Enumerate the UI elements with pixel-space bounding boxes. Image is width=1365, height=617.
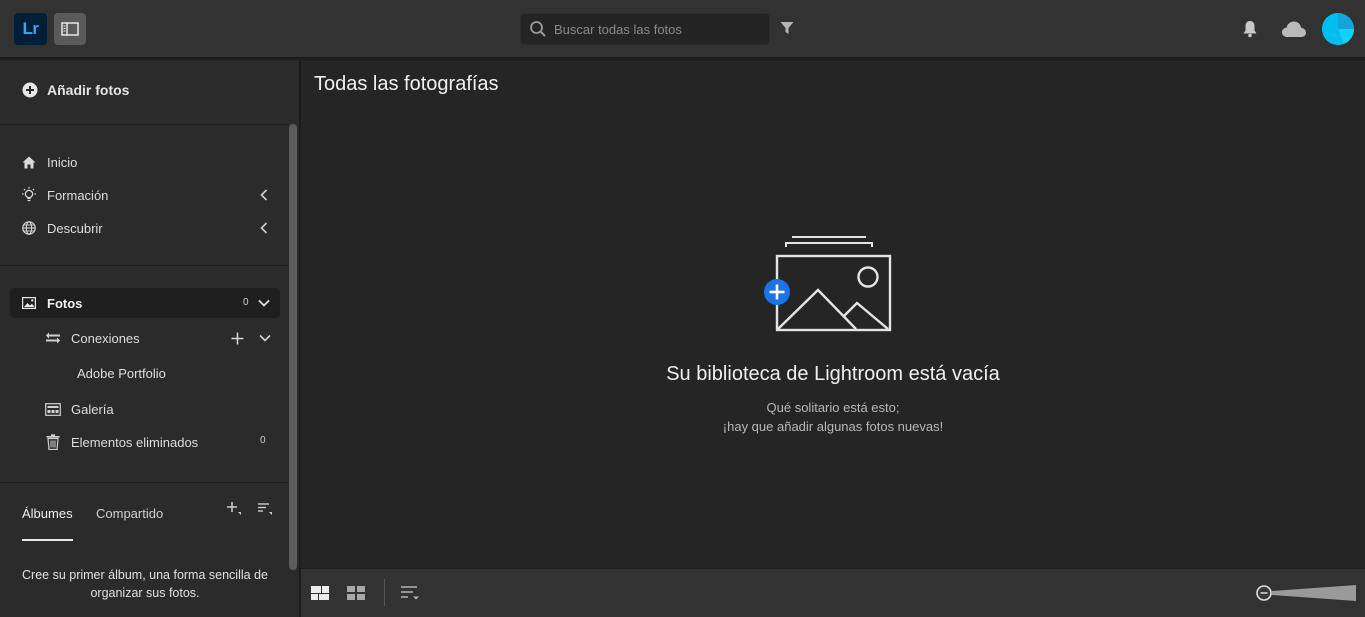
- notifications-button[interactable]: [1240, 19, 1260, 39]
- nav-label: Formación: [47, 187, 109, 203]
- page-title: Todas las fotografías: [314, 73, 499, 95]
- tab-albums[interactable]: Álbumes: [22, 506, 73, 521]
- divider: [0, 482, 288, 483]
- grid-large-icon: [311, 586, 329, 600]
- empty-state-subtitle: Qué solitario está esto; ¡hay que añadir…: [301, 398, 1365, 436]
- toolbar-separator: [384, 579, 385, 606]
- add-photos-button[interactable]: Añadir fotos: [10, 72, 141, 108]
- cloud-sync-button[interactable]: [1280, 18, 1308, 40]
- panel-toggle-button[interactable]: [54, 13, 86, 45]
- nav-item-elementos-eliminados[interactable]: Elementos eliminados 0: [34, 427, 280, 457]
- albums-hint: Cree su primer álbum, una forma sencilla…: [22, 568, 268, 600]
- nav-label: Inicio: [47, 154, 78, 170]
- nav-label: Descubrir: [47, 220, 103, 236]
- globe-icon: [16, 213, 42, 243]
- chevron-down-icon[interactable]: [258, 332, 272, 344]
- sort-icon: [401, 586, 419, 600]
- nav-label: Conexiones: [71, 330, 140, 346]
- main-content: Todas las fotografías Su biblioteca de L…: [301, 60, 1365, 568]
- empty-state-line-2: ¡hay que añadir algunas fotos nuevas!: [722, 419, 944, 434]
- lightroom-logo[interactable]: Lr: [14, 13, 47, 45]
- bell-icon: [1243, 21, 1257, 38]
- empty-library-illustration-icon: [764, 236, 892, 332]
- empty-state-line-1: Qué solitario está esto;: [766, 400, 900, 415]
- left-panel: Añadir fotos Inicio Formación Descubrir …: [0, 60, 300, 617]
- nav-label: Adobe Portfolio: [77, 365, 166, 381]
- search-input[interactable]: [554, 14, 769, 44]
- chevron-left-icon[interactable]: [256, 187, 272, 203]
- grid-small-icon: [347, 586, 365, 600]
- search-icon: [521, 14, 554, 44]
- nav-item-adobe-portfolio[interactable]: Adobe Portfolio: [77, 358, 277, 388]
- chevron-down-icon[interactable]: [256, 295, 272, 311]
- photos-count: 0: [243, 297, 249, 308]
- nav-item-conexiones[interactable]: Conexiones: [34, 323, 280, 353]
- add-album-icon[interactable]: [225, 500, 243, 518]
- nav-item-formacion[interactable]: Formación: [10, 180, 280, 210]
- grid-small-button[interactable]: [345, 583, 367, 603]
- chevron-left-icon[interactable]: [256, 220, 272, 236]
- filter-button[interactable]: [778, 19, 796, 37]
- search-box[interactable]: [520, 13, 770, 45]
- filter-icon: [780, 22, 794, 34]
- photo-icon: [16, 288, 42, 318]
- top-bar: Lr: [0, 0, 1365, 58]
- zoom-slider[interactable]: [1256, 583, 1358, 603]
- sidebar-scrollbar[interactable]: [289, 124, 297, 570]
- grid-large-button[interactable]: [309, 583, 331, 603]
- divider: [0, 124, 288, 125]
- nav-label: Galería: [71, 401, 114, 417]
- bottom-bar: [301, 568, 1365, 617]
- sort-button[interactable]: [399, 583, 421, 603]
- nav-item-galeria[interactable]: Galería: [34, 394, 280, 424]
- add-photos-label: Añadir fotos: [47, 82, 130, 98]
- lightbulb-icon: [16, 180, 42, 210]
- deleted-count: 0: [260, 435, 266, 446]
- nav-label: Elementos eliminados: [71, 434, 199, 450]
- avatar[interactable]: [1322, 13, 1354, 45]
- gallery-icon: [40, 394, 66, 424]
- trash-icon: [40, 427, 66, 457]
- tab-albums-underline: [22, 539, 73, 541]
- nav-item-inicio[interactable]: Inicio: [10, 147, 280, 177]
- cloud-icon: [1282, 21, 1306, 37]
- add-connection-icon[interactable]: [230, 331, 244, 345]
- add-circle-icon: [22, 82, 38, 98]
- tab-shared[interactable]: Compartido: [96, 506, 163, 521]
- nav-item-descubrir[interactable]: Descubrir: [10, 213, 280, 243]
- home-icon: [16, 147, 42, 177]
- connections-icon: [40, 323, 66, 353]
- nav-item-fotos[interactable]: Fotos 0: [10, 288, 280, 318]
- divider: [0, 265, 288, 266]
- empty-state-title: Su biblioteca de Lightroom está vacía: [666, 363, 1000, 385]
- nav-label: Fotos: [47, 295, 83, 311]
- sort-albums-icon[interactable]: [256, 500, 274, 518]
- panel-toggle-icon: [61, 22, 79, 36]
